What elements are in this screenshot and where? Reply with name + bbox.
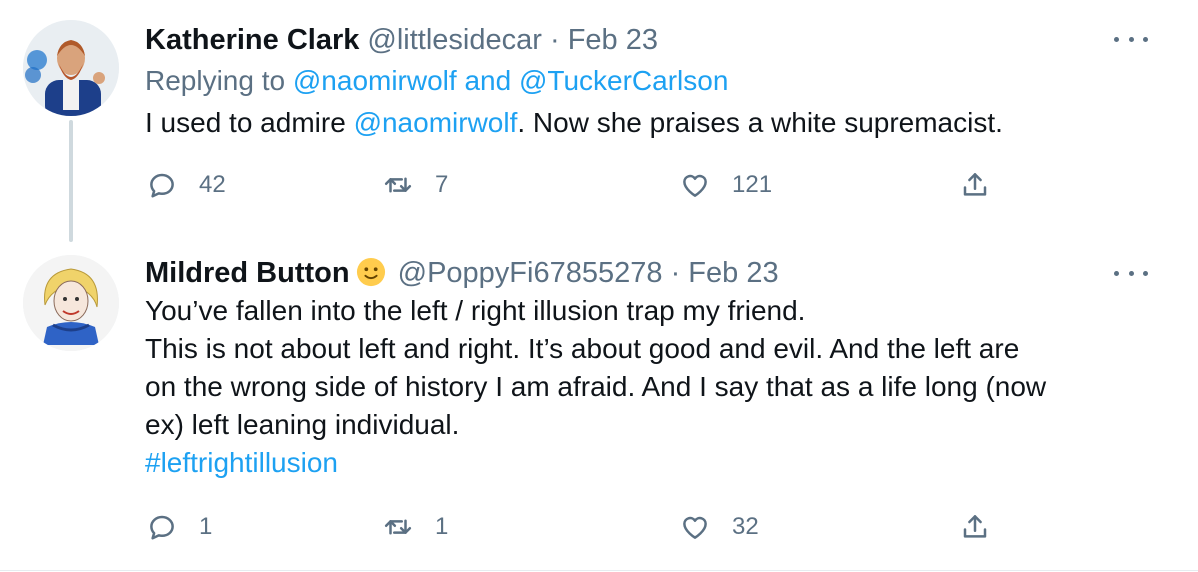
tweet-header: Katherine Clark @littlesidecar · Feb 23 (145, 22, 658, 58)
tweet-header: Mildred Button @PoppyFi67855278 · Feb 23 (145, 255, 779, 291)
reply-count: 1 (199, 513, 213, 540)
share-icon (963, 515, 987, 538)
tweet-actions: 42 7 121 (145, 165, 1015, 205)
like-count: 121 (732, 171, 773, 198)
tweet-date[interactable]: Feb 23 (688, 257, 778, 289)
avatar[interactable] (23, 20, 119, 116)
mention-link[interactable]: @TuckerCarlson (519, 65, 728, 96)
mention-link[interactable]: @naomirwolf (354, 107, 518, 138)
retweet-count: 1 (435, 513, 449, 540)
more-icon[interactable] (1114, 267, 1148, 279)
tweet-actions: 1 1 32 (145, 507, 1015, 547)
like-button[interactable]: 121 (680, 165, 772, 205)
tweet-mildred-button[interactable]: Mildred Button @PoppyFi67855278 · Feb 23… (0, 250, 1198, 571)
retweet-icon (384, 519, 412, 535)
tweet-text-line: ex) left leaning individual. (145, 409, 460, 440)
avatar[interactable] (23, 255, 119, 351)
tweet-text-line: You’ve fallen into the left / right illu… (145, 295, 806, 326)
display-name[interactable]: Katherine Clark (145, 24, 359, 56)
tweet-date[interactable]: Feb 23 (568, 24, 658, 56)
replying-to: Replying to @naomirwolf and @TuckerCarls… (145, 63, 728, 99)
like-button[interactable]: 32 (680, 507, 759, 547)
tweet-text-part: . Now she praises a white supremacist. (517, 107, 1003, 138)
tweet-text-line: on the wrong side of history I am afraid… (145, 371, 1047, 402)
replying-and[interactable]: and (464, 65, 511, 96)
retweet-count: 7 (435, 171, 449, 198)
reply-count: 42 (199, 171, 226, 198)
tweet-text: You’ve fallen into the left / right illu… (145, 292, 1145, 482)
avatar-image (23, 20, 119, 116)
avatar-image (23, 255, 119, 351)
reply-icon (150, 173, 174, 198)
display-name[interactable]: Mildred Button (145, 257, 350, 289)
retweet-button[interactable]: 1 (383, 507, 448, 547)
share-button[interactable] (960, 165, 990, 205)
separator: · (670, 257, 681, 289)
like-count: 32 (732, 513, 759, 540)
reply-icon (150, 515, 174, 540)
heart-icon (683, 174, 707, 197)
more-icon[interactable] (1114, 33, 1148, 45)
share-button[interactable] (960, 507, 990, 547)
tweet-text-line: This is not about left and right. It’s a… (145, 333, 1020, 364)
tweet-katherine-clark[interactable]: Katherine Clark @littlesidecar · Feb 23 … (0, 0, 1198, 250)
reply-button[interactable]: 42 (147, 165, 226, 205)
hashtag-link[interactable]: #leftrightillusion (145, 444, 1145, 482)
separator: · (549, 24, 560, 56)
handle[interactable]: @littlesidecar (367, 24, 542, 56)
heart-icon (683, 516, 707, 539)
reply-button[interactable]: 1 (147, 507, 212, 547)
mention-link[interactable]: @naomirwolf (293, 65, 457, 96)
tweet-text-part: I used to admire (145, 107, 346, 138)
share-icon (963, 173, 987, 196)
tweet-text: I used to admire @naomirwolf. Now she pr… (145, 104, 1003, 142)
handle[interactable]: @PoppyFi67855278 (398, 257, 663, 289)
thread-line (69, 120, 73, 242)
retweet-button[interactable]: 7 (383, 165, 448, 205)
slightly-smiling-face-icon (356, 257, 385, 287)
retweet-icon (384, 177, 412, 193)
replying-prefix: Replying to (145, 65, 286, 96)
